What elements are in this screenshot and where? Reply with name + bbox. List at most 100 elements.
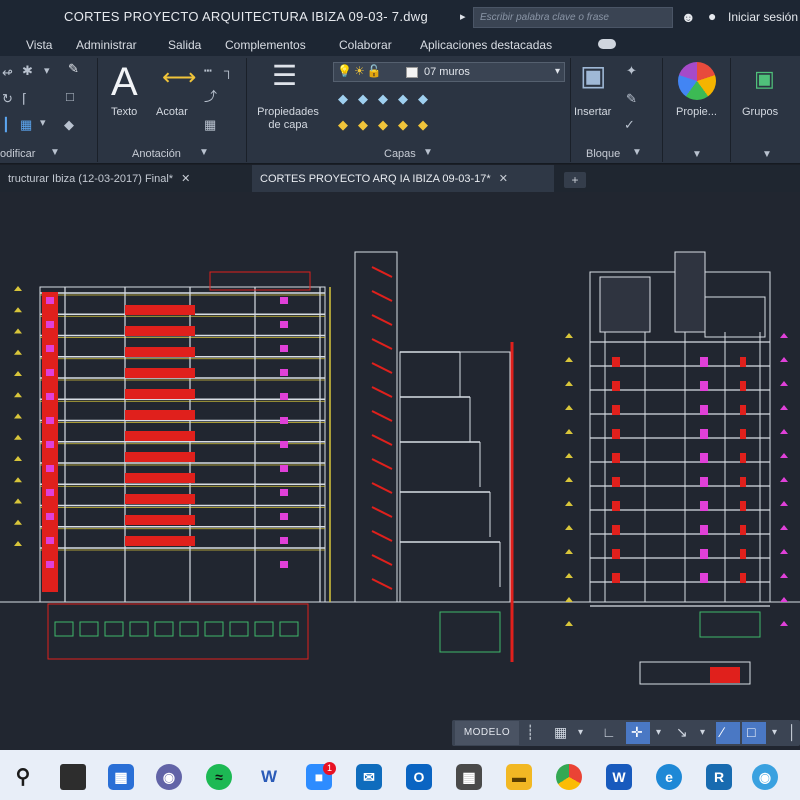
users-icon[interactable]: ☻ (681, 9, 696, 25)
insert-button-label[interactable]: Insertar (574, 106, 611, 118)
ortho-icon[interactable]: ∟ (602, 724, 616, 740)
panel-modify-label[interactable]: odificar (0, 148, 35, 160)
chevron-down-icon[interactable]: ▾ (700, 727, 705, 738)
spotify-icon[interactable]: ≈ (206, 764, 232, 790)
teams-icon[interactable]: ◉ (156, 764, 182, 790)
outlook-icon[interactable]: O (406, 764, 432, 790)
word-w-icon[interactable]: W (256, 764, 282, 790)
explode-icon[interactable]: ◆ (64, 118, 74, 131)
mirror-icon[interactable]: ┃ (2, 118, 10, 131)
layout-icon[interactable]: ┊ (526, 724, 534, 741)
word-icon[interactable]: W (606, 764, 632, 790)
person-icon[interactable]: ● (708, 8, 716, 24)
search-arrow-icon[interactable]: ▸ (460, 10, 466, 23)
move-icon[interactable]: ↫ (2, 66, 13, 79)
window-mark (280, 393, 288, 400)
revit-icon[interactable]: R (706, 764, 732, 790)
close-icon[interactable]: ✕ (181, 173, 190, 185)
model-space-button[interactable]: MODELO (455, 721, 519, 745)
osnap-active[interactable] (716, 722, 740, 744)
window-mark (700, 453, 708, 463)
maps-icon[interactable]: ◉ (752, 764, 778, 790)
dropdown-icon[interactable]: ▾ (40, 118, 46, 129)
create-block-icon[interactable]: ✦ (626, 64, 637, 77)
panel-layers-label[interactable]: Capas (384, 148, 416, 160)
layer-properties-icon[interactable]: ☰ (272, 62, 297, 90)
task-view-icon[interactable] (60, 764, 86, 790)
dropdown-icon[interactable]: ▾ (44, 66, 50, 77)
properties-button-label[interactable]: Propie... (676, 106, 717, 118)
text-icon[interactable]: A (111, 60, 138, 105)
pencil-icon[interactable]: ✎ (68, 62, 79, 75)
menu-item-aplicaciones[interactable]: Aplicaciones destacadas (420, 38, 552, 52)
insert-block-icon[interactable]: ▣ (580, 62, 606, 90)
groups-button-label[interactable]: Grupos (742, 106, 778, 118)
stair-flight (371, 482, 393, 494)
polar-icon[interactable]: ✛ (631, 724, 643, 741)
menu-item-administrar[interactable]: Administrar (76, 38, 137, 52)
edit-block-icon[interactable]: ✎ (626, 92, 637, 105)
table-icon[interactable]: ▦ (204, 118, 216, 131)
close-icon[interactable]: ✕ (499, 173, 508, 185)
level-marker (565, 597, 573, 602)
search-input[interactable]: Escribir palabra clave o frase (473, 7, 673, 28)
menu-item-complementos[interactable]: Complementos (225, 38, 306, 52)
menu-item-vista[interactable]: Vista (26, 38, 52, 52)
chevron-down-icon[interactable]: ▾ (656, 727, 661, 738)
chrome-icon[interactable] (556, 764, 582, 790)
osnap-icon[interactable]: ∕ (721, 724, 723, 740)
roof-machine-room (599, 276, 651, 333)
grid-icon[interactable]: ▦ (554, 724, 567, 741)
chevron-down-icon[interactable]: ▼ (50, 148, 60, 158)
lineweight-icon[interactable]: □ (747, 724, 755, 740)
mail-icon[interactable]: ✉ (356, 764, 382, 790)
multileader-icon[interactable]: ┅ (204, 64, 212, 77)
markup-icon[interactable]: ┐ (224, 64, 233, 77)
chevron-down-icon[interactable]: ▼ (199, 148, 209, 158)
tab-cortes[interactable]: CORTES PROYECTO ARQ IA IBIZA 09-03-17* ✕ (252, 165, 554, 192)
level-marker (14, 477, 22, 483)
attribute-icon[interactable]: ✓ (624, 118, 635, 131)
chevron-down-icon[interactable]: ▾ (772, 727, 777, 738)
new-tab-button[interactable]: + (564, 172, 586, 188)
drawing-canvas[interactable] (0, 192, 800, 714)
dimension-icon[interactable]: ⟷ (162, 66, 196, 90)
chevron-down-icon[interactable]: ▼ (423, 148, 433, 158)
text-button-label[interactable]: Texto (111, 106, 137, 118)
window-mark (46, 465, 54, 472)
trim-icon[interactable]: ✱ (22, 64, 33, 77)
layer-properties-label[interactable]: Propiedades de capa (252, 106, 324, 132)
window-mark (46, 297, 54, 304)
layer-tools-row2-icons[interactable]: ◆◆◆◆◆ (338, 118, 438, 131)
panel-divider (97, 58, 98, 162)
properties-icon[interactable] (678, 62, 716, 100)
leader-icon[interactable]: ⤴ (204, 90, 217, 103)
copy-icon[interactable]: ⌈ (22, 92, 27, 105)
rotate-icon[interactable]: ↻ (2, 92, 13, 105)
search-icon[interactable]: ⚲ (10, 764, 36, 790)
layer-tools-row1-icons[interactable]: ◆◆◆◆◆ (338, 92, 438, 105)
chevron-down-icon[interactable]: ▼ (762, 150, 772, 160)
menu-item-salida[interactable]: Salida (168, 38, 201, 52)
calculator-icon[interactable]: ▦ (456, 764, 482, 790)
widgets-icon[interactable]: ▦ (108, 764, 134, 790)
ribbon-toggle-icon[interactable] (598, 39, 616, 49)
chevron-down-icon[interactable]: ▼ (692, 150, 702, 160)
tab-estructurar[interactable]: tructurar Ibiza (12-03-2017) Final* ✕ (0, 165, 248, 192)
menu-item-colaborar[interactable]: Colaborar (339, 38, 392, 52)
isodraft-icon[interactable]: ↘ (676, 724, 688, 741)
group-icon[interactable]: ▣ (754, 68, 775, 90)
chevron-down-icon[interactable]: ▼ (632, 148, 642, 158)
file-explorer-icon[interactable]: ▬ (506, 764, 532, 790)
fillet-icon[interactable]: □ (66, 90, 74, 103)
dimension-button-label[interactable]: Acotar (156, 106, 188, 118)
chevron-down-icon[interactable]: ▾ (578, 727, 583, 738)
panel-block-label[interactable]: Bloque (586, 148, 620, 160)
panel-annotation-label[interactable]: Anotación (132, 148, 181, 160)
sign-in-link[interactable]: Iniciar sesión (728, 10, 798, 24)
edge-icon[interactable]: e (656, 764, 682, 790)
array-icon[interactable]: ▦ (20, 118, 32, 131)
parking-car (129, 621, 149, 637)
layer-dropdown[interactable]: 💡☀🔓 07 muros ▾ (333, 62, 565, 82)
more-icon[interactable]: │ (788, 724, 797, 740)
